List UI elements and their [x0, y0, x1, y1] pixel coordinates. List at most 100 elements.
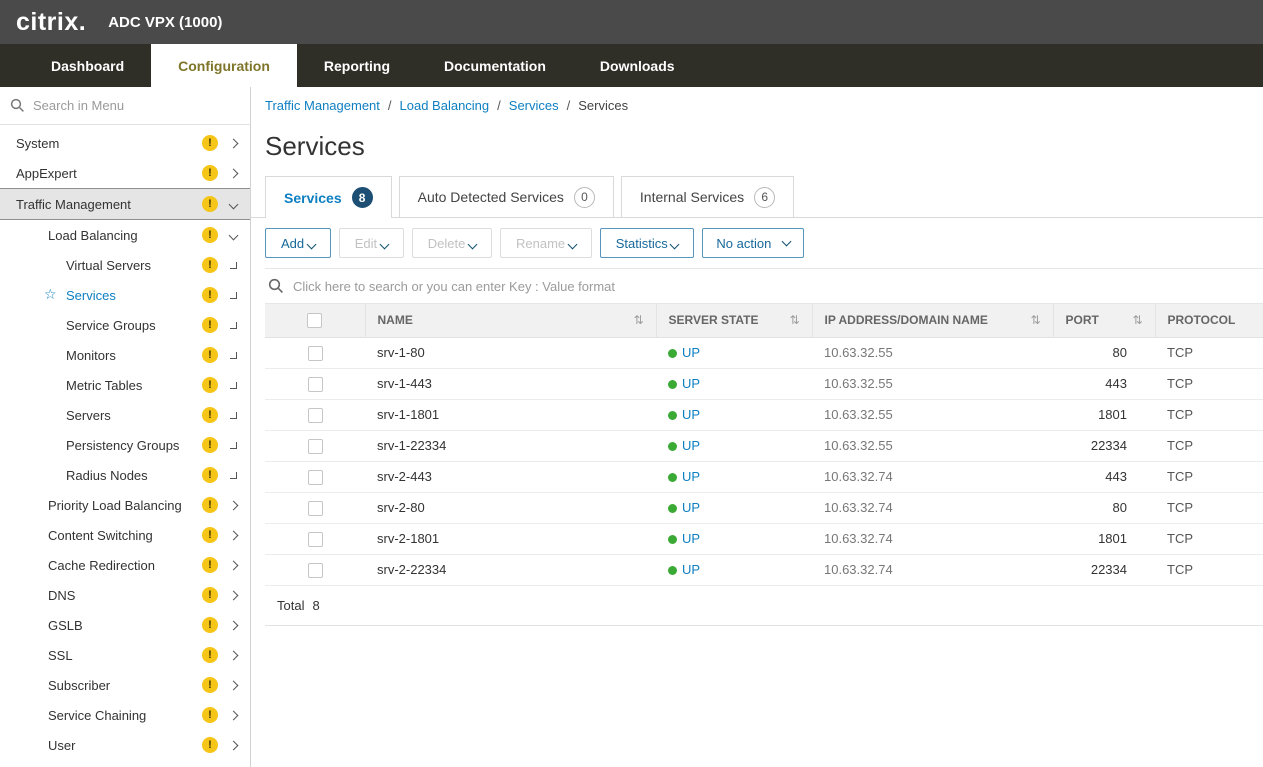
- breadcrumb-link-services[interactable]: Services: [509, 98, 559, 113]
- warning-icon: [202, 527, 218, 543]
- search-icon: [268, 278, 284, 294]
- sidebar-item-label: Subscriber: [48, 678, 110, 693]
- sidebar-item-user[interactable]: User: [0, 730, 250, 760]
- sidebar-item-content-switching[interactable]: Content Switching: [0, 520, 250, 550]
- sidebar-item-traffic-management[interactable]: Traffic Management: [0, 188, 250, 220]
- sort-icon[interactable]: [633, 313, 643, 327]
- sidebar-item-service-chaining[interactable]: Service Chaining: [0, 700, 250, 730]
- toolbar-button-delete[interactable]: Delete: [412, 228, 492, 258]
- sort-icon[interactable]: [789, 313, 799, 327]
- sidebar-item-service-groups[interactable]: Service Groups: [0, 310, 250, 340]
- row-checkbox[interactable]: [308, 346, 323, 361]
- chevron-right-icon: [228, 650, 238, 660]
- column-header-label: SERVER STATE: [669, 313, 759, 327]
- table-row[interactable]: srv-2-443 UP 10.63.32.74 443 TCP: [265, 461, 1263, 492]
- star-icon: [44, 288, 57, 302]
- sidebar-item-cache-redirection[interactable]: Cache Redirection: [0, 550, 250, 580]
- sidebar-item-priority-load-balancing[interactable]: Priority Load Balancing: [0, 490, 250, 520]
- toolbar-button-add[interactable]: Add: [265, 228, 331, 258]
- nav-tab-documentation[interactable]: Documentation: [417, 44, 573, 87]
- toolbar-button-statistics[interactable]: Statistics: [600, 228, 695, 258]
- sidebar-item-system[interactable]: System: [0, 128, 250, 158]
- table-row[interactable]: srv-2-80 UP 10.63.32.74 80 TCP: [265, 492, 1263, 523]
- count-badge: 6: [754, 187, 775, 208]
- nav-tab-reporting[interactable]: Reporting: [297, 44, 417, 87]
- row-checkbox[interactable]: [308, 501, 323, 516]
- nav-tab-configuration[interactable]: Configuration: [151, 44, 297, 87]
- sidebar-item-metric-tables[interactable]: Metric Tables: [0, 370, 250, 400]
- cell-name: srv-2-1801: [365, 523, 656, 554]
- toolbar-button-rename[interactable]: Rename: [500, 228, 592, 258]
- row-checkbox[interactable]: [308, 470, 323, 485]
- breadcrumb-link-load-balancing[interactable]: Load Balancing: [400, 98, 490, 113]
- no-action-dropdown[interactable]: No action: [702, 228, 804, 258]
- cell-name: srv-2-80: [365, 492, 656, 523]
- table-row[interactable]: srv-1-80 UP 10.63.32.55 80 TCP: [265, 337, 1263, 368]
- table-row[interactable]: srv-1-22334 UP 10.63.32.55 22334 TCP: [265, 430, 1263, 461]
- count-badge: 8: [352, 187, 373, 208]
- sidebar-item-label: Monitors: [66, 348, 116, 363]
- sidebar-item-appexpert[interactable]: AppExpert: [0, 158, 250, 188]
- breadcrumb-separator: /: [567, 98, 571, 113]
- status-up-dot: [668, 473, 677, 482]
- sidebar-item-monitors[interactable]: Monitors: [0, 340, 250, 370]
- sidebar-item-persistency-groups[interactable]: Persistency Groups: [0, 430, 250, 460]
- cell-port: 80: [1053, 337, 1155, 368]
- table-row[interactable]: srv-1-1801 UP 10.63.32.55 1801 TCP: [265, 399, 1263, 430]
- select-all-checkbox[interactable]: [307, 313, 322, 328]
- citrix-logo: citrix.: [16, 8, 86, 37]
- sidebar-item-radius-nodes[interactable]: Radius Nodes: [0, 460, 250, 490]
- sort-icon[interactable]: [1030, 313, 1040, 327]
- sidebar-item-subscriber[interactable]: Subscriber: [0, 670, 250, 700]
- status-up-dot: [668, 380, 677, 389]
- warning-icon: [202, 707, 218, 723]
- toolbar: Add Edit Delete Rename Statistics No act…: [265, 218, 1263, 268]
- sort-icon[interactable]: [1132, 313, 1142, 327]
- nav-tab-dashboard[interactable]: Dashboard: [24, 44, 151, 87]
- services-table: NAME SERVER STATE IP ADDRESS/DOMAIN NAME…: [265, 304, 1263, 586]
- cell-ip-address: 10.63.32.55: [812, 337, 1053, 368]
- breadcrumb-link-traffic-management[interactable]: Traffic Management: [265, 98, 380, 113]
- cell-ip-address: 10.63.32.55: [812, 399, 1053, 430]
- sidebar-item-label: Content Switching: [48, 528, 153, 543]
- sidebar-item-gslb[interactable]: GSLB: [0, 610, 250, 640]
- tab-internal-services[interactable]: Internal Services 6: [621, 176, 794, 217]
- warning-icon: [202, 737, 218, 753]
- sidebar-item-virtual-servers[interactable]: Virtual Servers: [0, 250, 250, 280]
- nav-tab-downloads[interactable]: Downloads: [573, 44, 702, 87]
- sidebar-item-servers[interactable]: Servers: [0, 400, 250, 430]
- toolbar-button-edit[interactable]: Edit: [339, 228, 404, 258]
- cell-server-state: UP: [656, 337, 812, 368]
- sidebar-item-dns[interactable]: DNS: [0, 580, 250, 610]
- warning-icon: [202, 257, 218, 273]
- row-checkbox[interactable]: [308, 532, 323, 547]
- chevron-right-icon: [228, 560, 238, 570]
- chevron-down-icon: [670, 239, 680, 249]
- table-row[interactable]: srv-2-22334 UP 10.63.32.74 22334 TCP: [265, 554, 1263, 585]
- row-checkbox[interactable]: [308, 377, 323, 392]
- table-row[interactable]: srv-2-1801 UP 10.63.32.74 1801 TCP: [265, 523, 1263, 554]
- chevron-right-icon: [228, 530, 238, 540]
- sidebar-item-label: Service Chaining: [48, 708, 146, 723]
- table-row[interactable]: srv-1-443 UP 10.63.32.55 443 TCP: [265, 368, 1263, 399]
- sidebar-search-input[interactable]: [33, 98, 240, 113]
- table-search-input[interactable]: [293, 279, 1260, 294]
- tab-auto-detected-services[interactable]: Auto Detected Services 0: [399, 176, 614, 217]
- button-label: Rename: [516, 236, 565, 251]
- chevron-down-icon: [567, 239, 577, 249]
- cell-server-state: UP: [656, 461, 812, 492]
- table-search-bar[interactable]: [265, 268, 1263, 304]
- status-up-dot: [668, 566, 677, 575]
- sidebar-item-ssl[interactable]: SSL: [0, 640, 250, 670]
- tab-services[interactable]: Services 8: [265, 176, 392, 218]
- row-checkbox[interactable]: [308, 439, 323, 454]
- cell-server-state: UP: [656, 554, 812, 585]
- row-checkbox[interactable]: [308, 563, 323, 578]
- sidebar-item-label: Cache Redirection: [48, 558, 155, 573]
- row-checkbox[interactable]: [308, 408, 323, 423]
- cell-server-state: UP: [656, 430, 812, 461]
- table-header-row: NAME SERVER STATE IP ADDRESS/DOMAIN NAME…: [265, 304, 1263, 337]
- total-label: Total: [277, 598, 304, 613]
- sidebar-item-services[interactable]: Services: [0, 280, 250, 310]
- sidebar-item-load-balancing[interactable]: Load Balancing: [0, 220, 250, 250]
